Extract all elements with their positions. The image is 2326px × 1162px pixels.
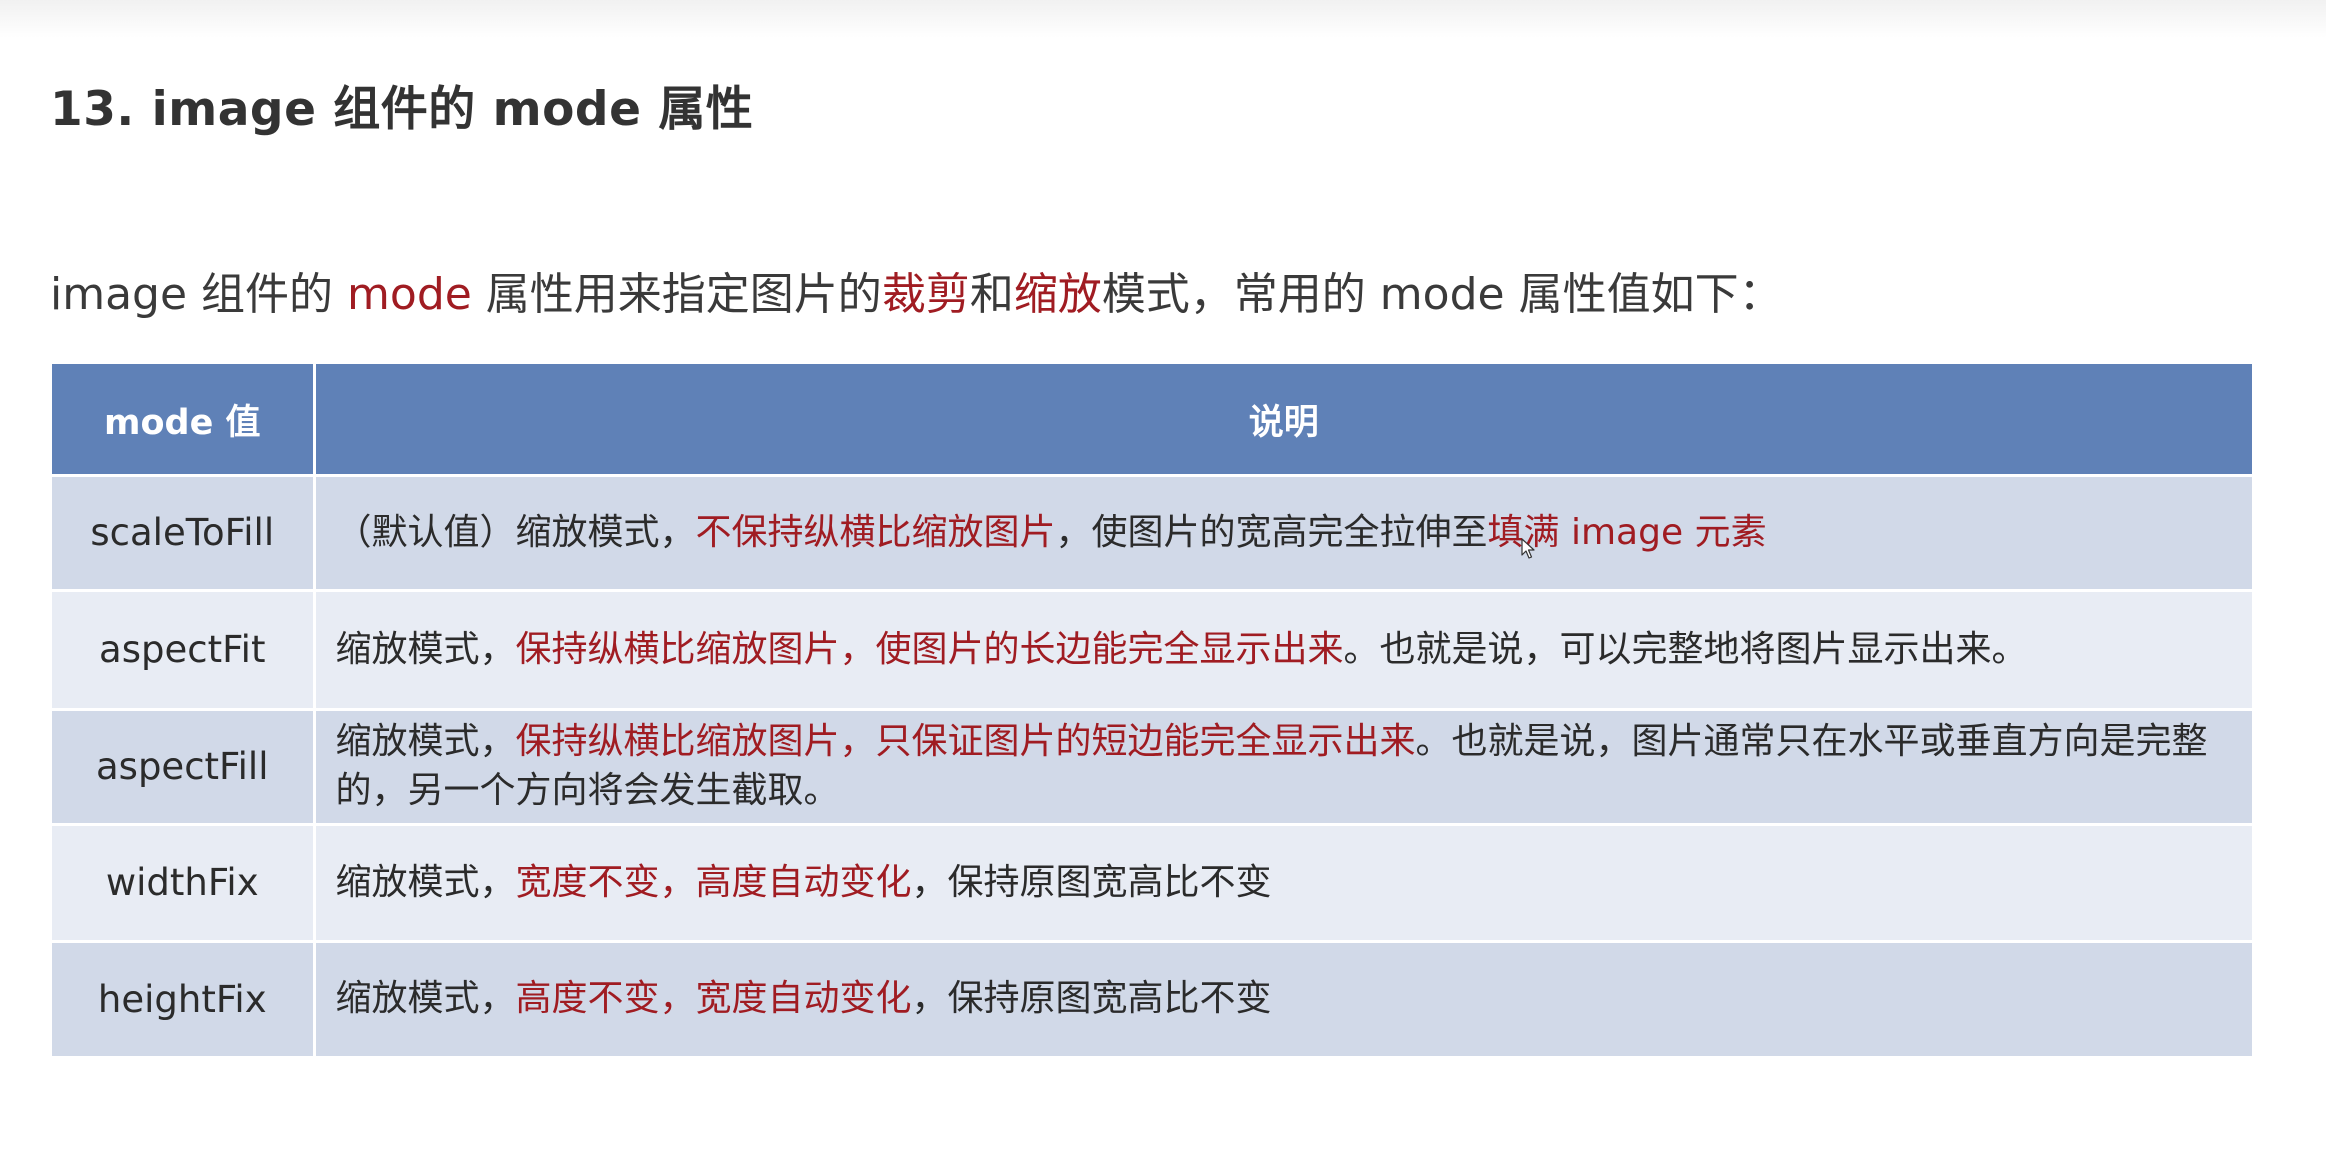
mode-cell: aspectFit	[52, 589, 316, 710]
mode-cell: scaleToFill	[52, 474, 316, 591]
mode-values-table: mode 值 说明 scaleToFill （默认值）缩放模式，不保持纵横比缩放…	[52, 364, 2252, 1056]
desc-text: ，保持原图宽高比不变	[911, 978, 1272, 1020]
intro-text: image 组件的 mode 属性用来指定图片的裁剪和缩放模式，常用的 mode…	[50, 258, 1783, 322]
desc-highlight: 高度不变，宽度自动变化	[515, 978, 912, 1020]
description-cell: 缩放模式，保持纵横比缩放图片，使图片的长边能完全显示出来。也就是说，可以完整地将…	[314, 589, 2252, 710]
description-cell: 缩放模式，高度不变，宽度自动变化，保持原图宽高比不变	[314, 940, 2252, 1056]
description-cell: 缩放模式，保持纵横比缩放图片，只保证图片的短边能完全显示出来。也就是说，图片通常…	[314, 708, 2252, 825]
slide-title: 13. image 组件的 mode 属性	[50, 82, 754, 137]
description-cell: 缩放模式，宽度不变，高度自动变化，保持原图宽高比不变	[314, 823, 2252, 942]
mode-cell: widthFix	[52, 823, 316, 942]
header-description: 说明	[314, 364, 2252, 476]
desc-text: 缩放模式，	[335, 628, 516, 670]
table-header-row: mode 值 说明	[52, 364, 2252, 476]
desc-text: 缩放模式，	[335, 721, 516, 763]
desc-highlight: 保持纵横比缩放图片，使图片的长边能完全显示出来	[515, 628, 1344, 670]
intro-part: 和	[969, 269, 1014, 320]
desc-highlight: 保持纵横比缩放图片，只保证图片的短边能完全显示出来	[515, 721, 1416, 763]
intro-highlight-scale: 缩放	[1013, 269, 1102, 320]
intro-highlight-mode: mode	[347, 269, 472, 320]
mouse-pointer-icon	[1521, 538, 1535, 559]
desc-text: ，使图片的宽高完全拉伸至	[1055, 511, 1488, 553]
desc-highlight: 不保持纵横比缩放图片	[695, 511, 1056, 553]
intro-highlight-crop: 裁剪	[881, 269, 970, 320]
mode-cell: heightFix	[52, 940, 316, 1056]
desc-text: 缩放模式，	[335, 978, 516, 1020]
intro-part: 属性用来指定图片的	[471, 269, 882, 320]
desc-text: 。也就是说，可以完整地将图片显示出来。	[1343, 628, 2028, 670]
slide: 13. image 组件的 mode 属性 image 组件的 mode 属性用…	[0, 0, 2326, 1162]
mode-cell: aspectFill	[52, 708, 316, 825]
table-row: aspectFill 缩放模式，保持纵横比缩放图片，只保证图片的短边能完全显示出…	[52, 708, 2252, 825]
table-row: widthFix 缩放模式，宽度不变，高度自动变化，保持原图宽高比不变	[52, 823, 2252, 942]
description-cell: （默认值）缩放模式，不保持纵横比缩放图片，使图片的宽高完全拉伸至填满 image…	[314, 474, 2252, 591]
desc-text: 缩放模式，	[335, 861, 516, 903]
desc-text: ，保持原图宽高比不变	[911, 861, 1272, 903]
intro-part: 模式，常用的 mode 属性值如下：	[1101, 269, 1783, 320]
table-row: aspectFit 缩放模式，保持纵横比缩放图片，使图片的长边能完全显示出来。也…	[52, 589, 2252, 710]
table-row: scaleToFill （默认值）缩放模式，不保持纵横比缩放图片，使图片的宽高完…	[52, 474, 2252, 591]
intro-part: image 组件的	[50, 269, 348, 320]
desc-highlight: 宽度不变，高度自动变化	[515, 861, 912, 903]
header-mode-value: mode 值	[52, 364, 316, 476]
table-row: heightFix 缩放模式，高度不变，宽度自动变化，保持原图宽高比不变	[52, 940, 2252, 1056]
desc-text: （默认值）缩放模式，	[335, 511, 696, 553]
